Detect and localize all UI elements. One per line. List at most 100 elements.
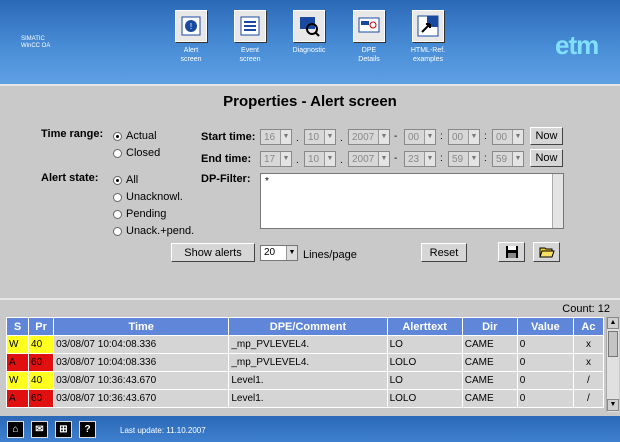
scroll-thumb[interactable] [608,331,618,357]
start-now-button[interactable]: Now [530,127,563,145]
chevron-down-icon: ▼ [324,152,335,166]
time-cell: 03/08/07 10:36:43.670 [53,371,230,390]
start-hour-spinner[interactable]: 00 ▼ [404,129,436,145]
table-row[interactable]: A 60 03/08/07 10:04:08.336 _mp_PVLEVEL4.… [5,353,605,372]
nav-diagnostic-button[interactable]: Diagnostic [279,10,339,55]
table-row[interactable]: W 40 03/08/07 10:04:08.336 _mp_PVLEVEL4.… [5,335,605,354]
table-row[interactable]: W 40 03/08/07 10:36:43.670 Level1. LO CA… [5,371,605,390]
priority-cell: 40 [28,371,55,390]
chevron-down-icon: ▼ [512,152,523,166]
radio-selected-icon [113,175,122,185]
start-time-label: Start time: [201,131,256,143]
end-now-button[interactable]: Now [530,149,563,167]
table-row[interactable]: A 60 03/08/07 10:36:43.670 Level1. LOLO … [5,389,605,408]
ack-cell[interactable]: x [572,353,605,372]
nav-html-ref-button[interactable]: HTML-Ref. examples [398,10,458,64]
dpe-cell: Level1. [228,371,388,390]
dir-cell: CAME [461,371,518,390]
time-range-actual-radio[interactable]: Actual [113,130,157,142]
table-scrollbar[interactable]: ▲ ▼ [606,317,619,412]
start-month-spinner[interactable]: 10 ▼ [304,129,336,145]
column-header-s[interactable]: S [5,317,30,336]
column-header-alerttext[interactable]: Alerttext [386,317,463,336]
column-header-ac[interactable]: Ac [572,317,605,336]
radio-empty-icon [113,209,122,219]
alert-screen-icon: ! [175,10,207,42]
help-icon[interactable]: ? [79,421,96,438]
end-time-label: End time: [201,153,252,165]
scroll-down-icon[interactable]: ▼ [607,399,619,411]
network-icon[interactable]: ⊞ [55,421,72,438]
chevron-down-icon: ▼ [468,152,479,166]
start-year-spinner[interactable]: 2007 ▼ [348,129,390,145]
alerttext-cell: LO [386,335,463,354]
chevron-down-icon: ▼ [286,246,297,260]
reset-button[interactable]: Reset [421,243,467,262]
lines-per-page-select[interactable]: 20 ▼ [260,245,298,261]
priority-cell: 60 [28,353,55,372]
alert-state-unacknowl-radio[interactable]: Unacknowl. [113,191,183,203]
scroll-up-icon[interactable]: ▲ [607,317,619,329]
nav-event-screen-button[interactable]: Event screen [220,10,280,64]
column-header-value[interactable]: Value [516,317,574,336]
alert-table: S Pr Time DPE/Comment Alerttext Dir Valu… [5,317,605,408]
lines-per-page-label: Lines/page [303,249,357,261]
priority-cell: 40 [28,335,55,354]
severity-cell: W [5,335,30,354]
end-month-spinner[interactable]: 10 ▼ [304,151,336,167]
column-header-dpe-comment[interactable]: DPE/Comment [228,317,388,336]
dir-cell: CAME [461,335,518,354]
severity-cell: A [5,389,30,408]
show-alerts-button[interactable]: Show alerts [171,243,255,262]
nav-alert-screen-button[interactable]: ! Alert screen [161,10,221,64]
mail-icon[interactable]: ✉ [31,421,48,438]
chevron-down-icon: ▼ [424,152,435,166]
alert-count-label: Count: 12 [562,303,610,315]
svg-text:!: ! [190,22,192,31]
alert-state-all-radio[interactable]: All [113,174,138,186]
radio-empty-icon [113,192,122,202]
chevron-down-icon: ▼ [280,152,291,166]
home-icon[interactable]: ⌂ [7,421,24,438]
end-year-spinner[interactable]: 2007 ▼ [348,151,390,167]
start-second-spinner[interactable]: 00 ▼ [492,129,524,145]
chevron-down-icon: ▼ [512,130,523,144]
etm-logo: etm [555,30,599,60]
floppy-disk-icon [505,246,518,258]
chevron-down-icon: ▼ [378,152,389,166]
time-range-closed-radio[interactable]: Closed [113,147,160,159]
value-cell: 0 [516,353,574,372]
severity-cell: A [5,353,30,372]
chevron-down-icon: ▼ [280,130,291,144]
end-day-spinner[interactable]: 17 ▼ [260,151,292,167]
end-minute-spinner[interactable]: 59 ▼ [448,151,480,167]
dp-filter-label: DP-Filter: [201,173,251,185]
nav-dpe-details-button[interactable]: DPE Details [339,10,399,64]
ack-cell[interactable]: / [572,371,605,390]
end-hour-spinner[interactable]: 23 ▼ [404,151,436,167]
alerttext-cell: LOLO [386,353,463,372]
column-header-dir[interactable]: Dir [461,317,518,336]
chevron-down-icon: ▼ [424,130,435,144]
chevron-down-icon: ▼ [324,130,335,144]
dp-filter-input[interactable]: * [260,173,564,229]
diagnostic-icon [293,10,325,42]
column-header-pr[interactable]: Pr [28,317,55,336]
value-cell: 0 [516,389,574,408]
open-folder-icon [538,247,555,258]
column-header-time[interactable]: Time [53,317,230,336]
start-day-spinner[interactable]: 16 ▼ [260,129,292,145]
alert-state-pending-radio[interactable]: Pending [113,208,166,220]
end-second-spinner[interactable]: 59 ▼ [492,151,524,167]
start-minute-spinner[interactable]: 00 ▼ [448,129,480,145]
open-button[interactable] [533,242,560,262]
alerttext-cell: LO [386,371,463,390]
save-button[interactable] [498,242,525,262]
page-title: Properties - Alert screen [223,93,397,110]
ack-cell[interactable]: / [572,389,605,408]
dpe-cell: _mp_PVLEVEL4. [228,335,388,354]
alert-state-unack-pend-radio[interactable]: Unack.+pend. [113,225,194,237]
dp-filter-scrollbar[interactable] [552,174,563,228]
ack-cell[interactable]: x [572,335,605,354]
time-cell: 03/08/07 10:04:08.336 [53,353,230,372]
